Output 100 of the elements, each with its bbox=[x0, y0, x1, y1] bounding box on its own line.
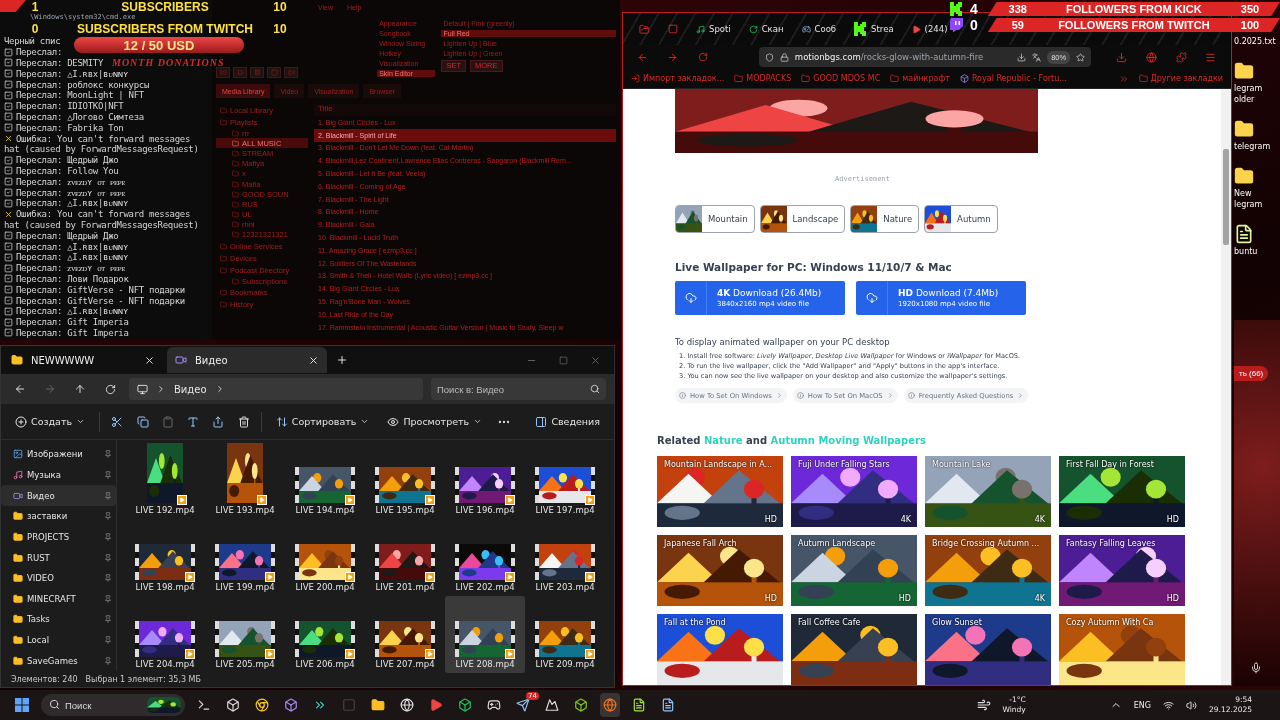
details-button[interactable]: Сведения bbox=[531, 413, 604, 430]
back-icon[interactable] bbox=[14, 383, 26, 395]
reload-icon[interactable] bbox=[697, 52, 708, 62]
refresh-icon[interactable] bbox=[104, 383, 116, 395]
file-item[interactable]: LIVE 198.mp4 bbox=[125, 519, 205, 596]
file-item[interactable]: LIVE 193.mp4 bbox=[205, 442, 285, 519]
sidebar-item[interactable]: заставки bbox=[1, 505, 116, 527]
four-squares-icon[interactable] bbox=[15, 698, 29, 712]
play-icon[interactable] bbox=[429, 698, 443, 712]
file-item[interactable]: LIVE 192.mp4 bbox=[125, 442, 205, 519]
file-item[interactable]: LIVE 195.mp4 bbox=[365, 442, 445, 519]
terminal-icon[interactable] bbox=[197, 698, 211, 712]
sidebar-item[interactable]: Tasks bbox=[1, 609, 116, 630]
file-item[interactable]: LIVE 205.mp4 bbox=[205, 596, 285, 673]
file-item[interactable]: LIVE 206.mp4 bbox=[285, 596, 365, 673]
file-item[interactable]: LIVE 199.mp4 bbox=[205, 519, 285, 596]
star-icon[interactable] bbox=[1076, 52, 1086, 62]
page-tab[interactable]: Сооб bbox=[801, 24, 837, 34]
wallpaper-card[interactable]: Fall at the Pond bbox=[657, 614, 783, 685]
copy-icon[interactable] bbox=[136, 415, 149, 428]
file-item[interactable]: LIVE 208.mp4 bbox=[445, 596, 525, 673]
view-button[interactable]: Просмотреть bbox=[383, 413, 487, 430]
bookmark[interactable]: MODPACKS bbox=[734, 74, 792, 83]
bookmark[interactable]: GOOD MDOS MC bbox=[801, 74, 881, 83]
translate-icon[interactable] bbox=[1032, 52, 1042, 62]
delete-icon[interactable] bbox=[237, 415, 250, 428]
menu-icon[interactable] bbox=[1205, 51, 1217, 63]
download-icon[interactable] bbox=[1115, 51, 1127, 63]
sidebar-item[interactable]: MINECRAFT bbox=[1, 588, 116, 610]
wallpaper-card[interactable]: Mountain Landscape in A... HD bbox=[657, 456, 783, 527]
folder-icon[interactable] bbox=[1234, 61, 1254, 81]
page-tab[interactable]: Spoti bbox=[696, 24, 731, 34]
file-item[interactable]: LIVE 194.mp4 bbox=[285, 442, 365, 519]
gamepad-icon[interactable] bbox=[487, 698, 501, 712]
download-icon[interactable] bbox=[1017, 52, 1027, 62]
new-tab-icon[interactable] bbox=[336, 354, 348, 366]
sidebar-item[interactable]: VIDEO bbox=[1, 567, 116, 589]
wallpaper-card[interactable]: Mountain Lake 4K bbox=[925, 456, 1051, 527]
sidebar-item[interactable]: SaveGames bbox=[1, 650, 116, 672]
file-item[interactable]: LIVE 196.mp4 bbox=[445, 442, 525, 519]
path-segment[interactable]: Видео bbox=[174, 383, 207, 395]
box-icon[interactable] bbox=[284, 698, 298, 712]
close-icon[interactable] bbox=[308, 354, 319, 366]
file-item[interactable]: LIVE 204.mp4 bbox=[125, 596, 205, 673]
wallpaper-card[interactable]: Japanese Fall Arch HD bbox=[657, 535, 783, 606]
sort-button[interactable]: Сортировать bbox=[271, 413, 374, 430]
wallpaper-card[interactable]: Fall Coffee Cafe bbox=[791, 614, 917, 685]
unread-badge[interactable]: ть (66) bbox=[1234, 366, 1269, 381]
cut-icon[interactable] bbox=[111, 415, 124, 428]
page-tab[interactable]: (244) bbox=[911, 24, 948, 34]
back-icon[interactable] bbox=[637, 51, 649, 63]
tag-chip[interactable]: Landscape bbox=[759, 205, 846, 233]
volume-icon[interactable] bbox=[1186, 699, 1198, 711]
tag-chip[interactable]: Nature bbox=[850, 205, 920, 233]
file-item[interactable]: LIVE 207.mp4 bbox=[365, 596, 445, 673]
bookmark[interactable]: Royal Republic - Fortu... bbox=[959, 74, 1067, 83]
folder-icon[interactable] bbox=[1234, 166, 1254, 186]
page-tab[interactable]: Скан bbox=[748, 24, 784, 34]
file-item[interactable]: LIVE 202.mp4 bbox=[445, 519, 525, 596]
folder-icon[interactable] bbox=[371, 698, 385, 712]
puzzle-icon[interactable] bbox=[1175, 51, 1187, 63]
forward-icon[interactable] bbox=[667, 51, 679, 63]
wallpaper-card[interactable]: Fantasy Falling Leaves HD bbox=[1059, 535, 1185, 606]
file-item[interactable]: LIVE 200.mp4 bbox=[285, 519, 365, 596]
create-button[interactable]: Создать bbox=[11, 413, 90, 430]
tag-chip[interactable]: Mountain bbox=[675, 205, 755, 233]
language-indicator[interactable]: ENG bbox=[1133, 700, 1152, 710]
wallpaper-card[interactable]: Autumn Landscape HD bbox=[791, 535, 917, 606]
sidebar-item[interactable]: RUST bbox=[1, 547, 116, 568]
bookmark[interactable]: майнкрафт bbox=[890, 74, 950, 83]
scrollbar-thumb[interactable] bbox=[1223, 149, 1229, 245]
share-icon[interactable] bbox=[212, 415, 225, 428]
explorer-tab[interactable]: Видео bbox=[167, 347, 327, 373]
wallpaper-card[interactable]: Fuji Under Falling Stars 4K bbox=[791, 456, 917, 527]
search-field[interactable]: Поиск в: Видео bbox=[431, 378, 606, 400]
document-icon[interactable] bbox=[1234, 224, 1254, 244]
microphone-icon[interactable] bbox=[1250, 662, 1262, 674]
address-bar[interactable]: Видео bbox=[129, 378, 423, 400]
notepad-icon[interactable] bbox=[661, 698, 675, 712]
wallpaper-card[interactable]: First Fall Day in Forest HD bbox=[1059, 456, 1185, 527]
file-item[interactable]: LIVE 209.mp4 bbox=[525, 596, 605, 673]
file-item[interactable]: LIVE 197.mp4 bbox=[525, 442, 605, 519]
page-tab[interactable]: Strea bbox=[854, 22, 894, 36]
bookmark[interactable]: Другие закладки bbox=[1138, 74, 1223, 83]
chevrons-icon[interactable] bbox=[313, 698, 327, 712]
mountain-icon[interactable] bbox=[545, 698, 559, 712]
sidebar-item[interactable]: PROJECTS bbox=[1, 526, 116, 548]
tag-chip[interactable]: Autumn bbox=[924, 205, 998, 233]
browser-icon[interactable] bbox=[255, 698, 269, 712]
cube-icon[interactable] bbox=[574, 698, 588, 712]
file-item[interactable]: LIVE 201.mp4 bbox=[365, 519, 445, 596]
sidebar-item[interactable]: Музыка bbox=[1, 464, 116, 486]
send-icon[interactable] bbox=[516, 698, 530, 712]
wallpaper-card[interactable]: Bridge Crossing Autumn ... 4K bbox=[925, 535, 1051, 606]
taskbar-button[interactable] bbox=[600, 693, 620, 717]
up-icon[interactable] bbox=[74, 383, 86, 395]
wifi-icon[interactable] bbox=[1163, 699, 1175, 711]
sidebar-item[interactable]: Изображени bbox=[1, 444, 116, 465]
close-icon[interactable] bbox=[144, 354, 155, 366]
folder-icon[interactable] bbox=[1234, 119, 1254, 139]
